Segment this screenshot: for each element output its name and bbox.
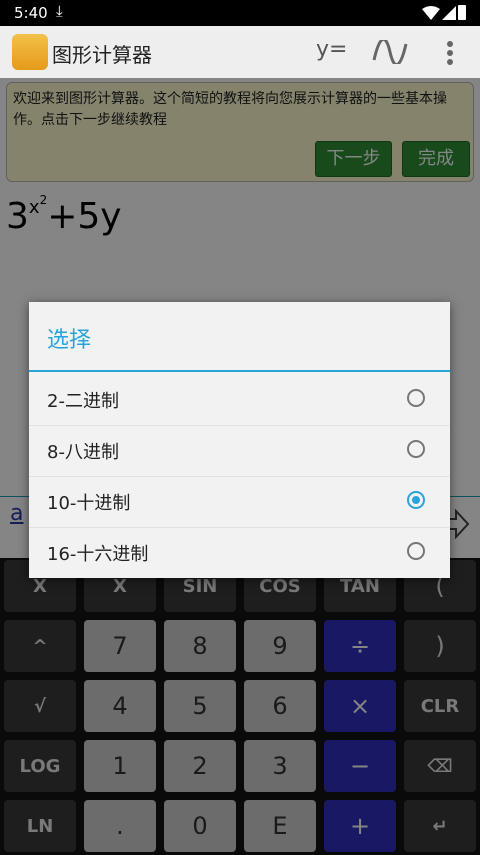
status-bar: 5:40 ⤓ (0, 0, 480, 26)
app-title: 图形计算器 (52, 43, 152, 67)
radio-icon[interactable] (407, 440, 425, 458)
more-vert-icon[interactable] (446, 40, 454, 66)
battery-icon (458, 5, 466, 20)
download-icon: ⤓ (56, 2, 63, 20)
status-time: 5:40 (14, 4, 48, 22)
app-logo-icon (12, 34, 48, 70)
dialog-divider (29, 370, 450, 372)
y-equals-button[interactable]: y= (316, 37, 347, 62)
option-hex[interactable]: 16-十六进制 (29, 527, 450, 578)
app-bar: 图形计算器 y= (0, 26, 480, 78)
option-label: 16-十六进制 (47, 544, 149, 565)
radio-icon[interactable] (407, 389, 425, 407)
option-label: 8-八进制 (47, 442, 119, 463)
option-binary[interactable]: 2-二进制 (29, 374, 450, 426)
radio-selected-icon[interactable] (407, 491, 425, 509)
dialog-title: 选择 (47, 328, 92, 353)
radio-icon[interactable] (407, 542, 425, 560)
option-label: 10-十进制 (47, 493, 131, 514)
wave-icon[interactable] (372, 40, 408, 64)
signal-icon (442, 6, 456, 20)
option-label: 2-二进制 (47, 391, 119, 412)
option-decimal[interactable]: 10-十进制 (29, 476, 450, 528)
wifi-icon (422, 6, 440, 20)
option-octal[interactable]: 8-八进制 (29, 425, 450, 477)
number-base-dialog: 选择 2-二进制 8-八进制 10-十进制 16-十六进制 (29, 302, 450, 578)
